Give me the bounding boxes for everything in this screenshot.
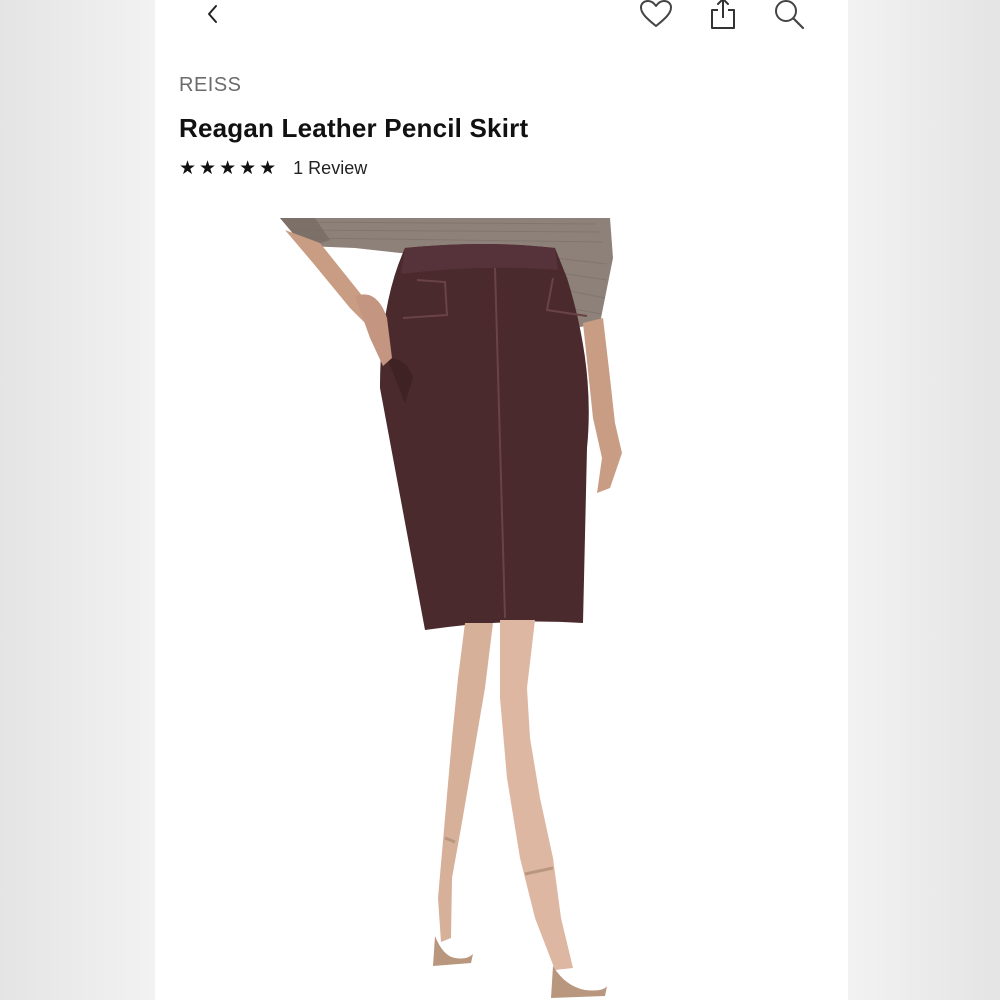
heart-icon	[640, 0, 672, 27]
rating-stars: ★★★★★	[179, 157, 280, 179]
product-photo[interactable]	[155, 218, 848, 1000]
favorite-button[interactable]	[636, 0, 676, 34]
search-icon	[775, 0, 805, 30]
backdrop-left	[0, 0, 155, 1000]
share-icon	[711, 0, 735, 29]
product-title: Reagan Leather Pencil Skirt	[179, 113, 529, 143]
chevron-left-icon	[208, 5, 217, 23]
rating-row[interactable]: ★★★★★ 1 Review	[179, 155, 367, 181]
top-bar	[155, 0, 848, 40]
brand-name[interactable]: REISS	[179, 74, 242, 97]
share-button[interactable]	[703, 0, 743, 34]
review-count-link[interactable]: 1 Review	[293, 158, 367, 179]
back-button[interactable]	[193, 0, 233, 34]
backdrop-right	[848, 0, 1000, 1000]
product-screen: REISS Reagan Leather Pencil Skirt ★★★★★ …	[155, 0, 848, 1000]
search-button[interactable]	[769, 0, 809, 34]
